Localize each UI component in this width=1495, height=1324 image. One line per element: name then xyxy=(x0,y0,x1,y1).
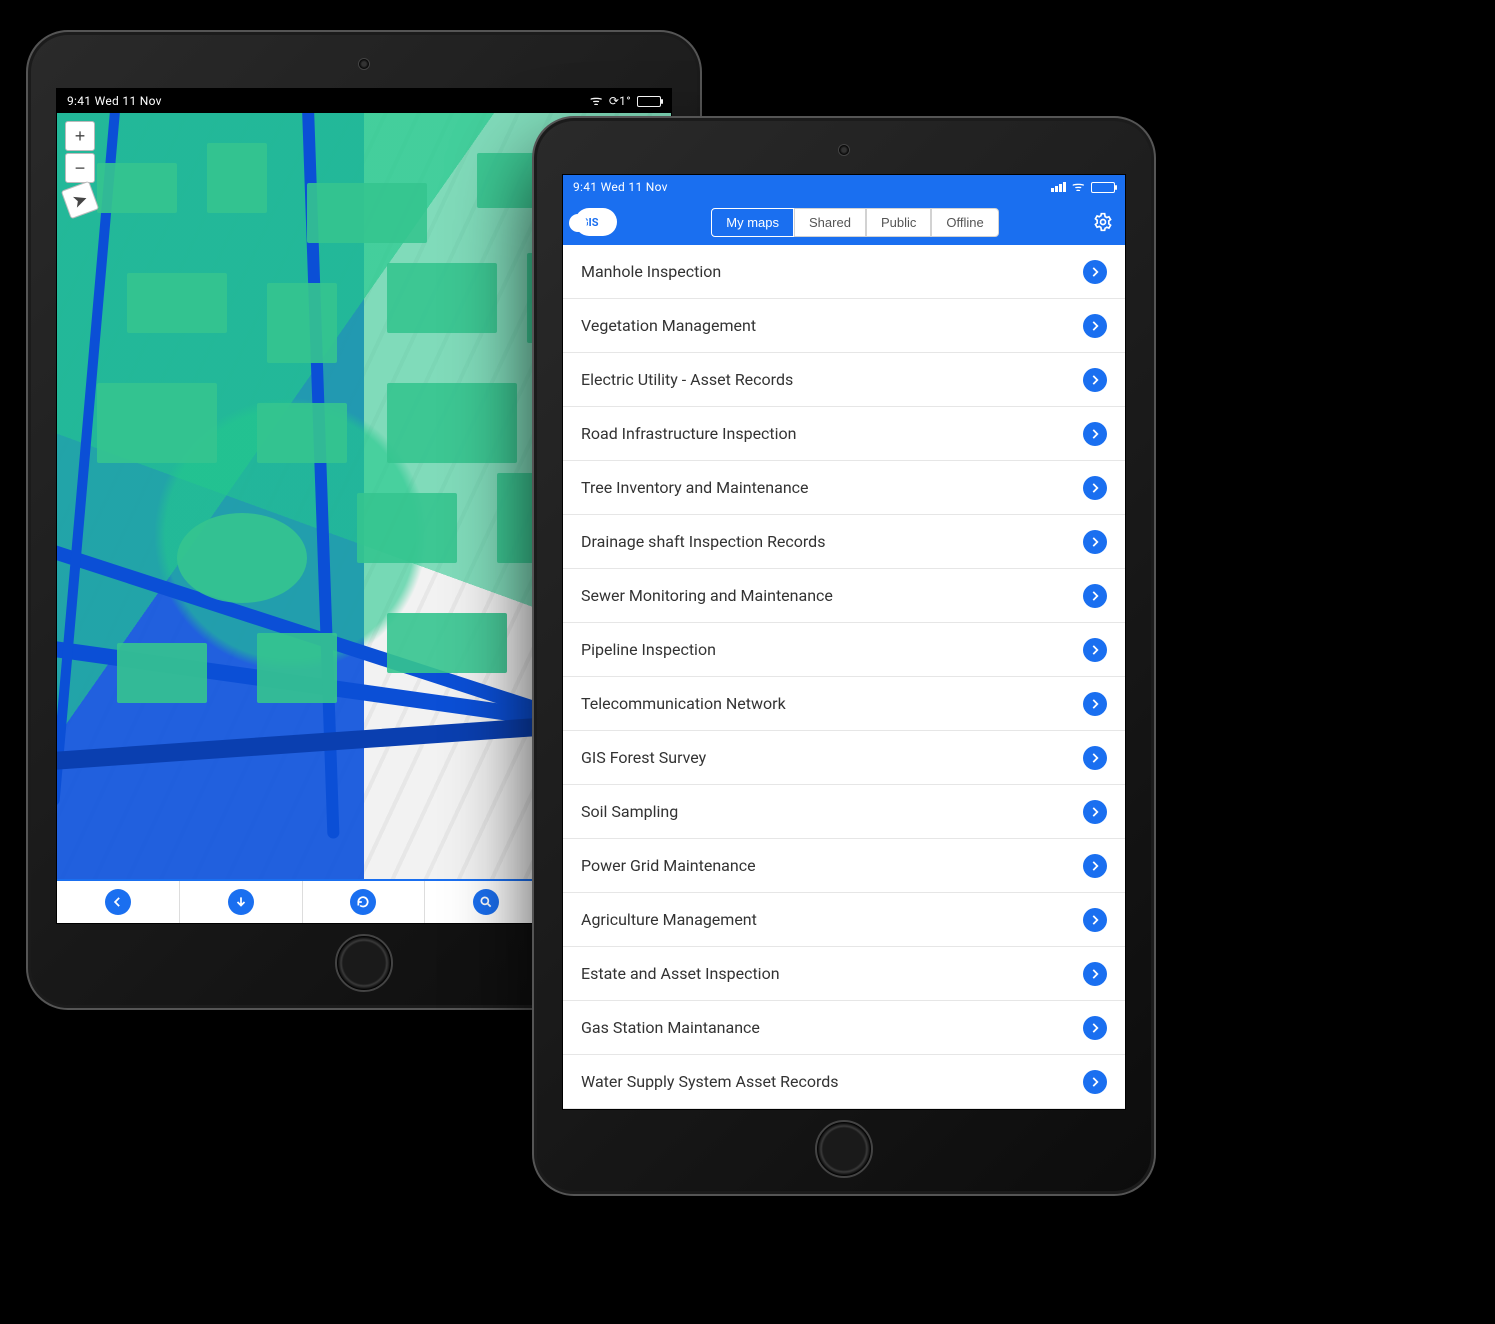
list-item-label: Drainage shaft Inspection Records xyxy=(581,532,825,551)
list-item[interactable]: Agriculture Management xyxy=(563,893,1125,947)
list-item-label: Soil Sampling xyxy=(581,802,678,821)
app-header: GIS My maps Shared Public Offline xyxy=(563,199,1125,245)
chevron-right-icon xyxy=(1083,800,1107,824)
list-item-label: Electric Utility - Asset Records xyxy=(581,370,793,389)
list-item-label: Water Supply System Asset Records xyxy=(581,1072,839,1091)
list-item[interactable]: Electric Utility - Asset Records xyxy=(563,353,1125,407)
tab-offline[interactable]: Offline xyxy=(931,208,998,237)
list-item[interactable]: Gas Station Maintanance xyxy=(563,1001,1125,1055)
list-item[interactable]: Telecommunication Network xyxy=(563,677,1125,731)
chevron-right-icon xyxy=(1083,908,1107,932)
list-item-label: GIS Forest Survey xyxy=(581,748,706,767)
chevron-right-icon xyxy=(1083,854,1107,878)
locate-button[interactable]: ➤ xyxy=(61,181,99,219)
chevron-right-icon xyxy=(1083,1016,1107,1040)
list-item[interactable]: Manhole Inspection xyxy=(563,245,1125,299)
wifi-icon: ᯤ xyxy=(590,94,603,108)
signal-icon xyxy=(1051,182,1066,192)
chevron-right-icon xyxy=(1083,368,1107,392)
status-bar: 9:41 Wed 11 Nov ᯤ ⟳1° xyxy=(57,89,671,113)
zoom-in-button[interactable]: + xyxy=(65,121,95,151)
brand-text: GIS xyxy=(581,216,599,229)
list-item[interactable]: Sewer Monitoring and Maintenance xyxy=(563,569,1125,623)
chevron-right-icon xyxy=(1083,638,1107,662)
status-bar: 9:41 Wed 11 Nov ᯤ xyxy=(563,175,1125,199)
refresh-button[interactable] xyxy=(303,881,426,923)
status-time: 9:41 Wed 11 Nov xyxy=(573,180,668,194)
list-item-label: Sewer Monitoring and Maintenance xyxy=(581,586,833,605)
list-item[interactable]: Power Grid Maintenance xyxy=(563,839,1125,893)
settings-button[interactable] xyxy=(1093,212,1113,232)
list-item-label: Manhole Inspection xyxy=(581,262,721,281)
download-icon xyxy=(228,889,254,915)
chevron-right-icon xyxy=(1083,422,1107,446)
list-item[interactable]: Drainage shaft Inspection Records xyxy=(563,515,1125,569)
home-button[interactable] xyxy=(815,1120,873,1178)
list-item-label: Gas Station Maintanance xyxy=(581,1018,760,1037)
zoom-icon xyxy=(473,889,499,915)
status-right: ᯤ xyxy=(1051,180,1115,194)
tab-shared[interactable]: Shared xyxy=(794,208,866,237)
list-item[interactable]: Tree Inventory and Maintenance xyxy=(563,461,1125,515)
header-tabs: My maps Shared Public Offline xyxy=(711,208,998,237)
list-item-label: Road Infrastructure Inspection xyxy=(581,424,797,443)
list-item-label: Telecommunication Network xyxy=(581,694,786,713)
list-item-label: Power Grid Maintenance xyxy=(581,856,756,875)
home-button[interactable] xyxy=(335,934,393,992)
chevron-right-icon xyxy=(1083,584,1107,608)
chevron-right-icon xyxy=(1083,476,1107,500)
brand-logo[interactable]: GIS xyxy=(575,208,617,236)
list-item-label: Tree Inventory and Maintenance xyxy=(581,478,809,497)
undo-icon xyxy=(105,889,131,915)
list-item-label: Agriculture Management xyxy=(581,910,757,929)
list-item-label: Pipeline Inspection xyxy=(581,640,716,659)
list-item[interactable]: Road Infrastructure Inspection xyxy=(563,407,1125,461)
list-item[interactable]: Pipeline Inspection xyxy=(563,623,1125,677)
status-right: ᯤ ⟳1° xyxy=(590,94,661,108)
chevron-right-icon xyxy=(1083,314,1107,338)
download-button[interactable] xyxy=(180,881,303,923)
map-zoom-controls: + − ➤ xyxy=(65,121,95,215)
status-time: 9:41 Wed 11 Nov xyxy=(67,94,162,108)
list-item[interactable]: Estate and Asset Inspection xyxy=(563,947,1125,1001)
wifi-icon: ᯤ xyxy=(1072,180,1085,194)
chevron-right-icon xyxy=(1083,530,1107,554)
camera-dot xyxy=(838,144,850,156)
battery-icon xyxy=(637,96,661,107)
list-screen: 9:41 Wed 11 Nov ᯤ GIS My maps Shared Pub… xyxy=(562,174,1126,1110)
ipad-device-list: 9:41 Wed 11 Nov ᯤ GIS My maps Shared Pub… xyxy=(532,116,1156,1196)
tab-public[interactable]: Public xyxy=(866,208,931,237)
list-item[interactable]: Vegetation Management xyxy=(563,299,1125,353)
list-item-label: Vegetation Management xyxy=(581,316,756,335)
zoom-out-button[interactable]: − xyxy=(65,153,95,183)
chevron-right-icon xyxy=(1083,1070,1107,1094)
list-item-label: Estate and Asset Inspection xyxy=(581,964,780,983)
list-item[interactable]: Soil Sampling xyxy=(563,785,1125,839)
chevron-right-icon xyxy=(1083,692,1107,716)
chevron-right-icon xyxy=(1083,260,1107,284)
chevron-right-icon xyxy=(1083,746,1107,770)
chevron-right-icon xyxy=(1083,962,1107,986)
list-item[interactable]: GIS Forest Survey xyxy=(563,731,1125,785)
indicator-text: ⟳1° xyxy=(609,94,631,108)
search-zoom-button[interactable] xyxy=(425,881,548,923)
undo-button[interactable] xyxy=(57,881,180,923)
battery-icon xyxy=(1091,182,1115,193)
tab-my-maps[interactable]: My maps xyxy=(711,208,794,237)
list-item[interactable]: Water Supply System Asset Records xyxy=(563,1055,1125,1109)
refresh-icon xyxy=(350,889,376,915)
map-list[interactable]: Manhole Inspection Vegetation Management E… xyxy=(563,245,1125,1109)
camera-dot xyxy=(358,58,370,70)
